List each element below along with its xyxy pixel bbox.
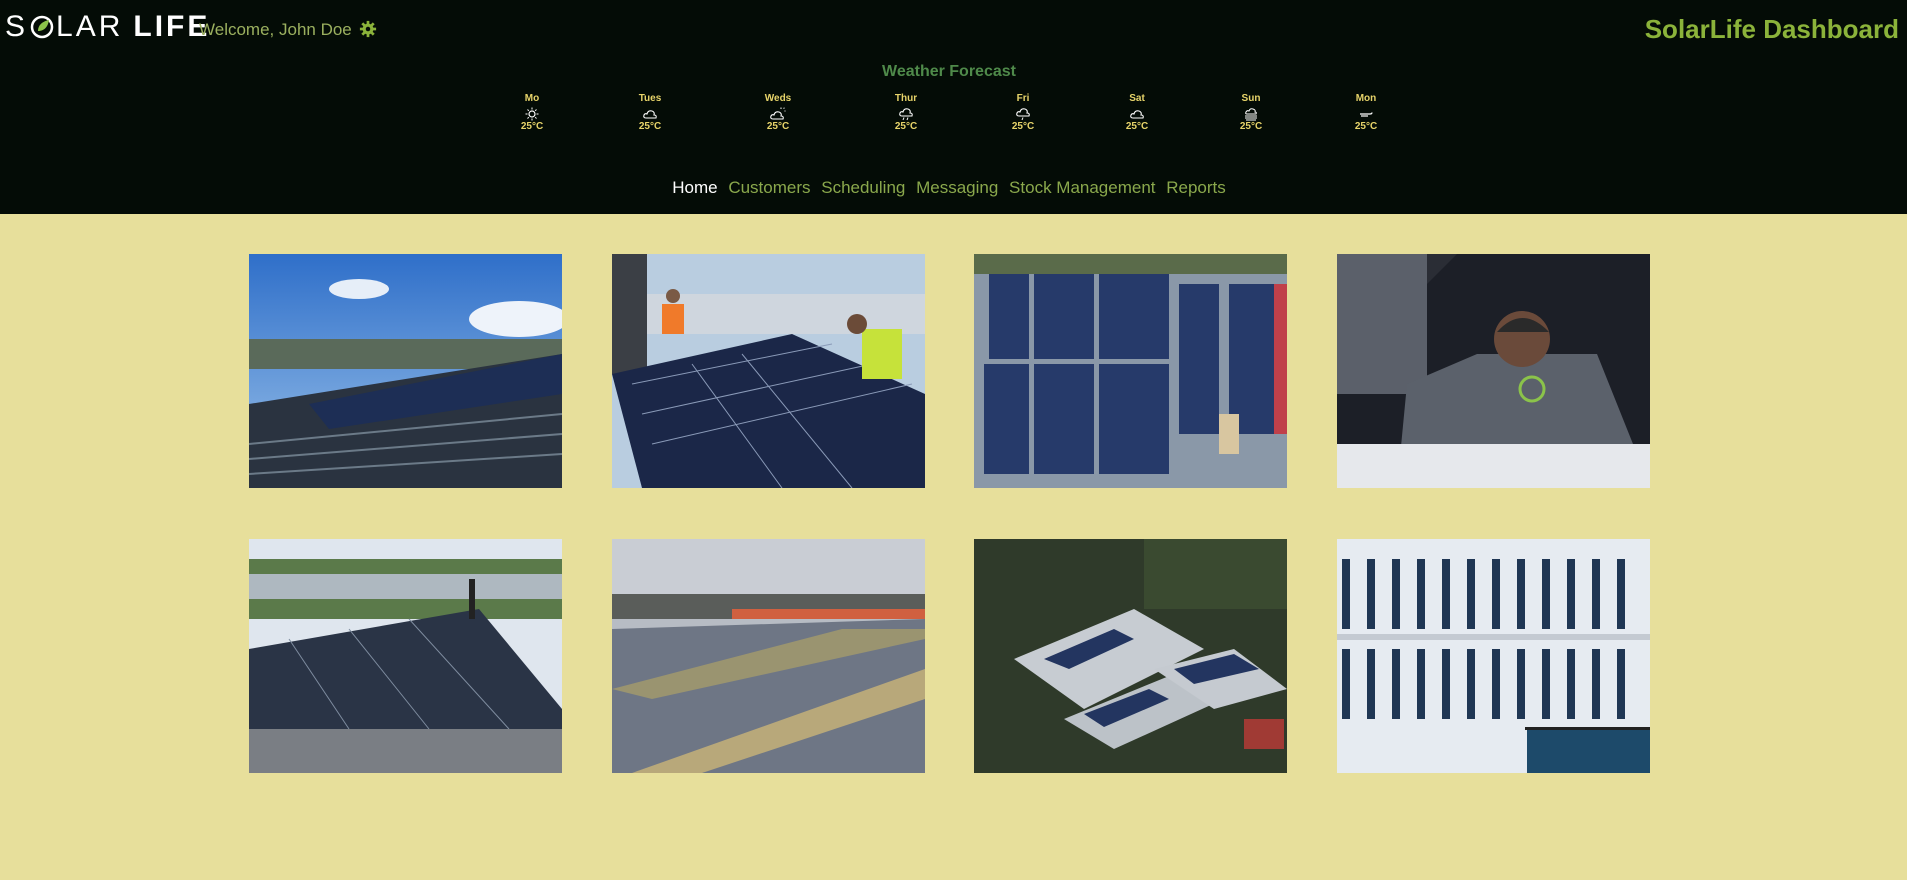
logo-text-s: S [5, 10, 29, 43]
gallery-photo [1337, 254, 1650, 488]
forecast-temp: 25°C [1011, 121, 1035, 132]
gallery-photo [249, 254, 562, 488]
aerial-solar-array-photo [974, 254, 1287, 488]
header: S LAR LIFE Welcome, John Doe SolarLife D… [0, 0, 1907, 214]
nav-home[interactable]: Home [672, 178, 717, 197]
hillside-rooftop-photo [249, 539, 562, 773]
nav-customers[interactable]: Customers [728, 178, 810, 197]
logo-text-lar: LAR [56, 10, 124, 43]
aerial-buildings-photo [974, 539, 1287, 773]
forecast-temp: 25°C [1125, 121, 1149, 132]
gallery-photo [249, 539, 562, 773]
forecast-day-label: Sat [1129, 93, 1145, 104]
solarlife-logo[interactable]: S LAR LIFE [5, 10, 210, 44]
forecast-temp: 25°C [1354, 121, 1378, 132]
forecast-day: Mon 25°C [1336, 93, 1396, 132]
rain-cloud-icon [899, 108, 913, 121]
gallery-photo [612, 539, 925, 773]
cloud-icon [643, 110, 657, 119]
forecast-day: Thur 25°C [876, 93, 936, 132]
forecast-day: Sun 25°C [1221, 93, 1281, 132]
forecast-temp: 25°C [766, 121, 790, 132]
dashboard-title: SolarLife Dashboard [1644, 14, 1899, 44]
wind-icon [1360, 112, 1373, 117]
fog-icon [1245, 108, 1257, 121]
nav-reports[interactable]: Reports [1166, 178, 1226, 197]
forecast-day: Fri 25°C [993, 93, 1053, 132]
partly-cloudy-icon [770, 107, 786, 120]
forecast-day-label: Sun [1241, 93, 1261, 104]
forecast-day-label: Fri [1016, 93, 1030, 104]
gallery-photo [1337, 539, 1650, 773]
installer-branded-shirt-photo [1337, 254, 1650, 488]
gear-icon[interactable] [359, 20, 377, 38]
forecast-day: Weds 25°C [748, 93, 808, 132]
forecast-temp: 25°C [1239, 121, 1263, 132]
gallery-photo [974, 254, 1287, 488]
forecast-day: Mo 25°C [502, 93, 562, 132]
building-facade-panels-photo [1337, 539, 1650, 773]
corrugated-roof-photo [612, 539, 925, 773]
forecast-temp: 25°C [638, 121, 662, 132]
logo-sun-icon [30, 15, 54, 39]
forecast-day-label: Tues [638, 93, 662, 104]
installers-on-roof-photo [612, 254, 925, 488]
forecast-temp: 25°C [894, 121, 918, 132]
nav-messaging[interactable]: Messaging [916, 178, 998, 197]
rooftop-solar-photo [249, 254, 562, 488]
welcome-message: Welcome, John Doe [199, 20, 352, 39]
gallery-photo [974, 539, 1287, 773]
nav-stock-management[interactable]: Stock Management [1009, 178, 1155, 197]
forecast-day: Sat 25°C [1107, 93, 1167, 132]
main-nav: Home Customers Scheduling Messaging Stoc… [0, 178, 1898, 198]
forecast-day: Tues 25°C [620, 93, 680, 132]
cloud-icon [1130, 110, 1144, 119]
weather-forecast-title: Weather Forecast [882, 63, 1016, 80]
rain-cloud-icon [1016, 108, 1030, 121]
nav-scheduling[interactable]: Scheduling [821, 178, 905, 197]
sun-icon [525, 107, 539, 121]
forecast-day-label: Thur [894, 93, 918, 104]
forecast-temp: 25°C [520, 121, 544, 132]
forecast-day-label: Mon [1355, 93, 1377, 104]
forecast-day-label: Weds [764, 93, 792, 104]
gallery-photo [612, 254, 925, 488]
forecast-day-label: Mo [524, 93, 540, 104]
